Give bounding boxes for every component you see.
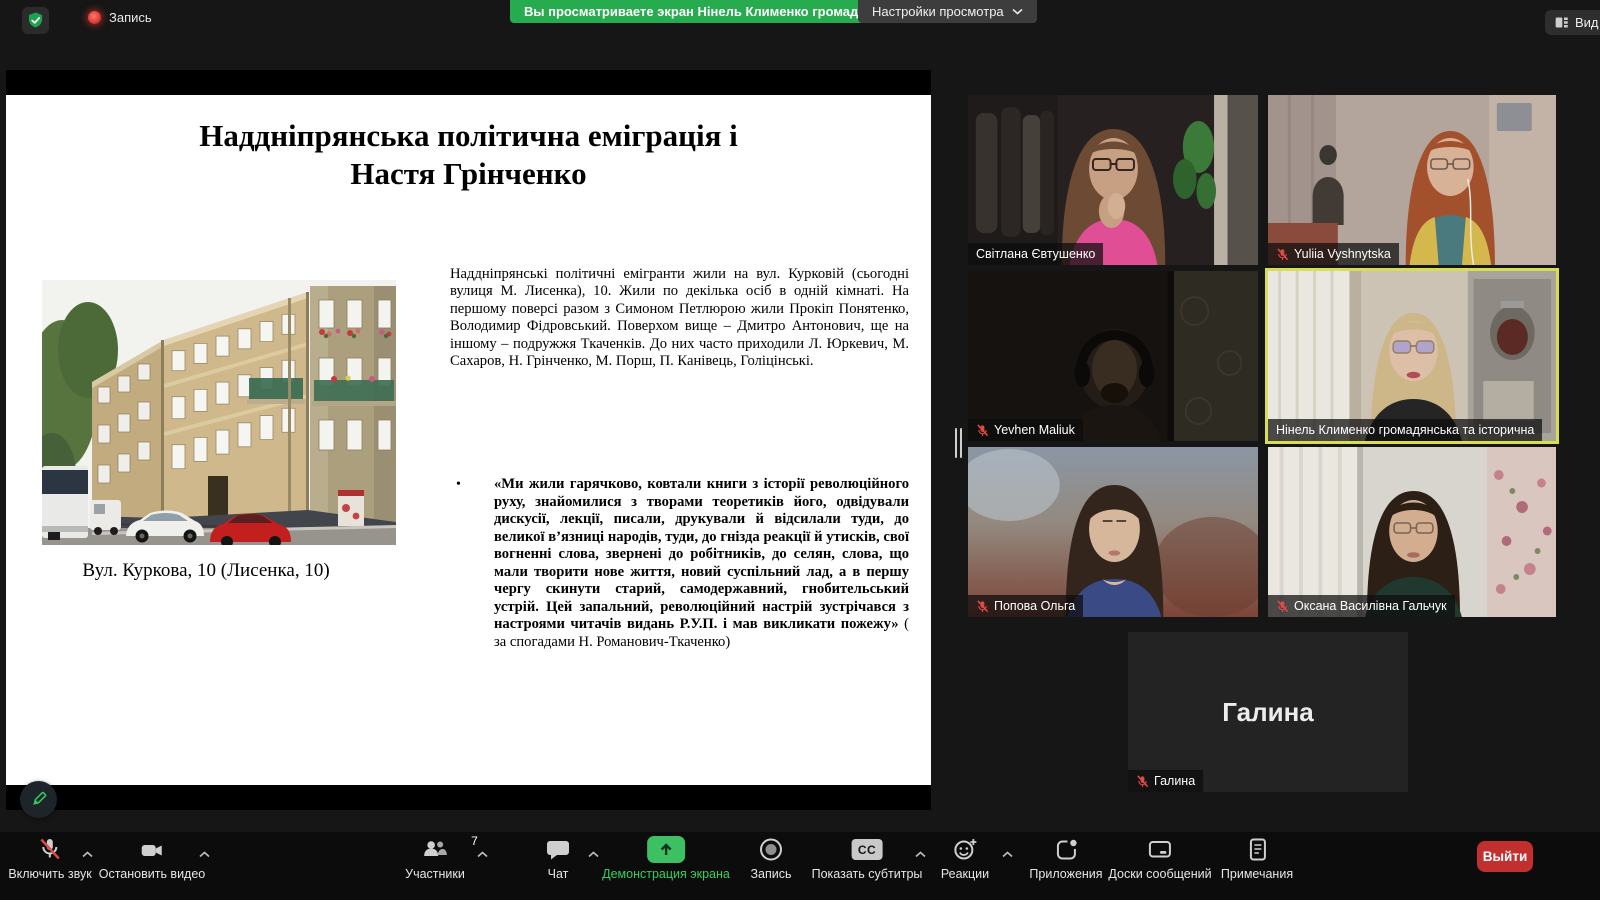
shared-screen: Наддніпрянська політична еміграція і Нас… xyxy=(6,70,931,810)
notes-icon xyxy=(1243,836,1270,863)
participant-name: Оксана Василівна Гальчук xyxy=(1294,599,1447,613)
participant-name: Світлана Євтушенко xyxy=(976,247,1095,261)
security-shield-button[interactable] xyxy=(22,7,49,34)
chat-label: Чат xyxy=(545,867,571,881)
view-settings-label: Настройки просмотра xyxy=(872,4,1004,19)
captions-label: Показать субтитры xyxy=(812,867,923,881)
participant-name-tag: Нінель Клименко громадянська та історичн… xyxy=(1268,419,1542,441)
participant-name-tag: Yevhen Maliuk xyxy=(968,419,1083,441)
participant-name: Yevhen Maliuk xyxy=(994,423,1075,437)
participant-name-tag: Yuliia Vyshnytska xyxy=(1268,243,1399,265)
video-tile-oksana[interactable]: Оксана Василівна Гальчук xyxy=(1268,447,1556,617)
video-tile-galina-camera-off[interactable]: Галина Галина xyxy=(1128,632,1408,792)
participant-name: Галина xyxy=(1154,774,1195,788)
shield-icon xyxy=(26,11,45,30)
participant-video xyxy=(1268,447,1556,617)
annotate-pencil-button[interactable] xyxy=(20,781,57,818)
view-label: Вид xyxy=(1575,15,1599,30)
recording-label: Запись xyxy=(109,10,152,25)
unmute-label: Включить звук xyxy=(8,867,91,881)
mic-options-chevron[interactable] xyxy=(82,845,93,863)
record-button[interactable]: Запись xyxy=(750,836,791,881)
video-tile-yuliia[interactable]: Yuliia Vyshnytska xyxy=(1268,95,1556,265)
quote-bold-text: «Ми жили гарячково, ковтали книги з істо… xyxy=(494,476,909,632)
muted-mic-icon xyxy=(1276,248,1289,261)
apps-label: Приложения xyxy=(1029,867,1102,881)
bullet-marker: • xyxy=(456,476,461,494)
participant-video xyxy=(1268,271,1556,441)
view-settings-button[interactable]: Настройки просмотра xyxy=(858,0,1037,23)
slide-title: Наддніпрянська політична еміграція і Нас… xyxy=(6,117,931,193)
captions-options-chevron[interactable] xyxy=(915,845,926,863)
chevron-down-icon xyxy=(1012,8,1023,15)
notes-button[interactable]: Примечания xyxy=(1221,836,1293,881)
slide-title-line1: Наддніпрянська політична еміграція і xyxy=(6,117,931,155)
participant-name-tag: Галина xyxy=(1128,770,1203,792)
captions-button[interactable]: CC Показать субтитры xyxy=(812,836,923,881)
cc-icon: CC xyxy=(852,839,883,860)
muted-mic-icon xyxy=(37,836,64,863)
reactions-options-chevron[interactable] xyxy=(1002,845,1013,863)
muted-mic-icon xyxy=(976,424,989,437)
video-tile-yevhen[interactable]: Yevhen Maliuk xyxy=(968,271,1258,441)
panel-resize-handle[interactable] xyxy=(955,428,965,458)
apps-button[interactable]: Приложения xyxy=(1029,836,1102,881)
chat-button[interactable]: Чат xyxy=(545,836,571,881)
participant-name-tag: Оксана Василівна Гальчук xyxy=(1268,595,1455,617)
screen-share-button[interactable]: Демонстрация экрана xyxy=(602,836,730,881)
camera-icon xyxy=(139,837,165,863)
participant-name: Yuliia Vyshnytska xyxy=(1294,247,1391,261)
whiteboards-button[interactable]: Доски сообщений xyxy=(1108,836,1211,881)
participant-video xyxy=(1268,95,1556,265)
record-icon xyxy=(757,836,784,863)
video-options-chevron[interactable] xyxy=(199,845,210,863)
stop-video-button[interactable]: Остановить видео xyxy=(99,836,206,881)
unmute-button[interactable]: Включить звук xyxy=(8,836,91,881)
participants-label: Участники xyxy=(405,867,465,881)
participant-video xyxy=(968,95,1258,265)
muted-mic-icon xyxy=(1136,775,1149,788)
slide-title-line2: Настя Грінченко xyxy=(6,155,931,193)
record-label: Запись xyxy=(750,867,791,881)
reactions-button[interactable]: Реакции xyxy=(941,836,989,881)
participant-name-tag: Світлана Євтушенко xyxy=(968,243,1103,265)
participant-video xyxy=(968,447,1258,617)
recording-dot-icon xyxy=(88,11,101,24)
participant-display-name: Галина xyxy=(1128,632,1408,792)
chat-bubble-icon xyxy=(545,837,571,863)
screen-share-icon xyxy=(647,836,685,863)
muted-mic-icon xyxy=(1276,600,1289,613)
participant-video xyxy=(968,271,1258,441)
whiteboards-label: Доски сообщений xyxy=(1108,867,1211,881)
participants-options-chevron[interactable] xyxy=(477,845,488,863)
notes-label: Примечания xyxy=(1221,867,1293,881)
reactions-smiley-icon xyxy=(951,836,978,863)
presentation-slide: Наддніпрянська політична еміграція і Нас… xyxy=(6,95,931,785)
muted-mic-icon xyxy=(976,600,989,613)
slide-photo-lviv-building xyxy=(42,280,396,545)
photo-caption: Вул. Куркова, 10 (Лисенка, 10) xyxy=(36,560,376,582)
stop-video-label: Остановить видео xyxy=(99,867,206,881)
screen-share-label: Демонстрация экрана xyxy=(602,867,730,881)
chat-options-chevron[interactable] xyxy=(588,845,599,863)
participant-name: Нінель Клименко громадянська та історичн… xyxy=(1276,423,1534,437)
video-tile-popova[interactable]: Попова Ольга xyxy=(968,447,1258,617)
slide-bullet-quote: • «Ми жили гарячково, ковтали книги з іс… xyxy=(452,476,909,651)
video-tile-svitlana[interactable]: Світлана Євтушенко xyxy=(968,95,1258,265)
pencil-icon xyxy=(28,789,49,810)
slide-paragraph: Наддніпрянські політичні емігранти жили … xyxy=(450,266,909,370)
whiteboard-icon xyxy=(1147,836,1174,863)
participant-name-tag: Попова Ольга xyxy=(968,595,1083,617)
meeting-toolbar: Включить звук Остановить видео 7 Участни… xyxy=(0,832,1600,900)
leave-meeting-button[interactable]: Выйти xyxy=(1477,841,1533,872)
view-grid-icon xyxy=(1554,15,1569,30)
recording-indicator: Запись xyxy=(88,10,152,25)
reactions-label: Реакции xyxy=(941,867,989,881)
apps-icon xyxy=(1053,837,1079,863)
view-button[interactable]: Вид xyxy=(1545,10,1600,35)
participants-button[interactable]: 7 Участники xyxy=(405,836,465,881)
video-tile-ninel-active-speaker[interactable]: Нінель Клименко громадянська та історичн… xyxy=(1268,271,1556,441)
participants-icon xyxy=(422,836,449,863)
participant-name: Попова Ольга xyxy=(994,599,1075,613)
